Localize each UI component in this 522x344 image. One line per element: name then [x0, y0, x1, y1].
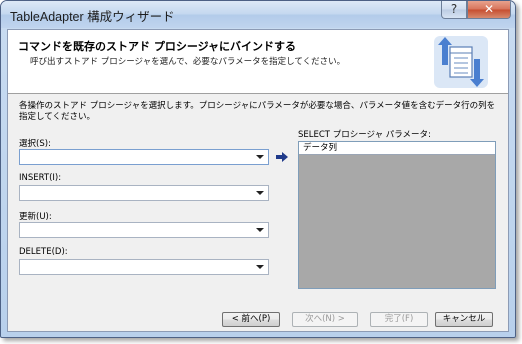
chevron-down-icon[interactable]: [256, 191, 264, 195]
params-label: SELECT プロシージャ パラメータ:: [298, 130, 431, 140]
params-grid[interactable]: データ列: [298, 141, 496, 289]
wizard-header: コマンドを既存のストアド プロシージャにバインドする 呼び出すストアド プロシー…: [8, 30, 508, 94]
page-subtitle: 呼び出すストアド プロシージャを選んで、必要なパラメータを指定してください。: [30, 57, 346, 67]
finish-button[interactable]: 完了(F): [370, 312, 428, 327]
close-button[interactable]: ✕: [467, 1, 511, 19]
cancel-button[interactable]: キャンセル: [435, 312, 493, 327]
chevron-down-icon[interactable]: [256, 155, 264, 159]
page-title: コマンドを既存のストアド プロシージャにバインドする: [18, 40, 297, 53]
title-bar[interactable]: TableAdapter 構成ウィザード ? ✕: [1, 1, 515, 28]
delete-procedure-combo[interactable]: [19, 259, 269, 275]
back-button[interactable]: < 前へ(P): [222, 312, 280, 327]
help-button[interactable]: ?: [441, 1, 467, 19]
insert-label: INSERT(I):: [19, 173, 62, 183]
next-button[interactable]: 次へ(N) >: [292, 312, 358, 327]
chevron-down-icon[interactable]: [256, 228, 264, 232]
update-procedure-combo[interactable]: [19, 222, 269, 238]
update-label: 更新(U):: [19, 212, 52, 222]
select-label: 選択(S):: [19, 139, 51, 149]
wizard-client-area: コマンドを既存のストアド プロシージャにバインドする 呼び出すストアド プロシー…: [7, 29, 509, 332]
window-title: TableAdapter 構成ウィザード: [10, 10, 175, 24]
params-column-header: データ列: [299, 142, 495, 155]
wizard-window: TableAdapter 構成ウィザード ? ✕ コマンドを既存のストアド プロ…: [0, 0, 516, 338]
arrow-right-icon: [276, 152, 288, 162]
delete-label: DELETE(D):: [19, 247, 68, 257]
chevron-down-icon[interactable]: [256, 265, 264, 269]
table-adapter-wizard-icon: [434, 36, 488, 88]
instructions-text: 各操作のストアド プロシージャを選択します。プロシージャにパラメータが必要な場合…: [19, 101, 496, 122]
insert-procedure-combo[interactable]: [19, 185, 269, 201]
select-procedure-combo[interactable]: [19, 149, 269, 165]
